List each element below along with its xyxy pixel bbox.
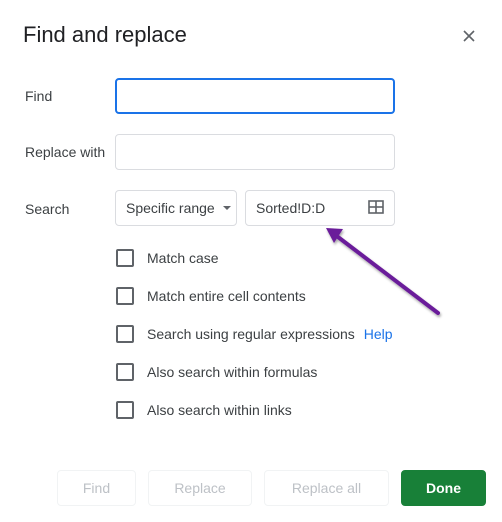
dropdown-caret-icon	[222, 206, 231, 210]
checkbox[interactable]	[116, 249, 134, 267]
find-field[interactable]	[115, 78, 395, 114]
option-match-entire-cell[interactable]: Match entire cell contents	[116, 286, 306, 306]
option-label: Also search within formulas	[147, 364, 318, 380]
arrow-shaft	[336, 235, 440, 315]
replace-field[interactable]	[115, 134, 395, 170]
search-label: Search	[25, 201, 70, 217]
find-input[interactable]	[117, 80, 393, 112]
option-regex[interactable]: Search using regular expressions Help	[116, 324, 393, 344]
range-input[interactable]: Sorted!D:D	[245, 190, 395, 226]
help-link[interactable]: Help	[364, 326, 393, 342]
option-label: Match entire cell contents	[147, 288, 306, 304]
dialog-title: Find and replace	[23, 22, 187, 47]
replace-button[interactable]: Replace	[148, 470, 252, 506]
option-label: Search using regular expressions	[147, 326, 355, 342]
option-label: Match case	[147, 250, 219, 266]
find-button[interactable]: Find	[57, 470, 136, 506]
close-icon[interactable]	[460, 27, 478, 45]
checkbox[interactable]	[116, 287, 134, 305]
checkbox[interactable]	[116, 363, 134, 381]
grid-select-icon[interactable]	[368, 200, 384, 214]
done-button[interactable]: Done	[401, 470, 486, 506]
option-search-formulas[interactable]: Also search within formulas	[116, 362, 317, 382]
checkbox[interactable]	[116, 401, 134, 419]
replace-all-button[interactable]: Replace all	[264, 470, 389, 506]
arrow-head	[326, 228, 343, 243]
option-match-case[interactable]: Match case	[116, 248, 219, 268]
replace-label: Replace with	[25, 144, 106, 160]
option-label: Also search within links	[147, 402, 292, 418]
option-search-links[interactable]: Also search within links	[116, 400, 292, 420]
search-scope-dropdown[interactable]: Specific range	[115, 190, 237, 226]
search-scope-value: Specific range	[126, 200, 215, 216]
replace-input[interactable]	[116, 135, 394, 169]
find-label: Find	[25, 88, 53, 104]
checkbox[interactable]	[116, 325, 134, 343]
range-value: Sorted!D:D	[256, 200, 326, 216]
